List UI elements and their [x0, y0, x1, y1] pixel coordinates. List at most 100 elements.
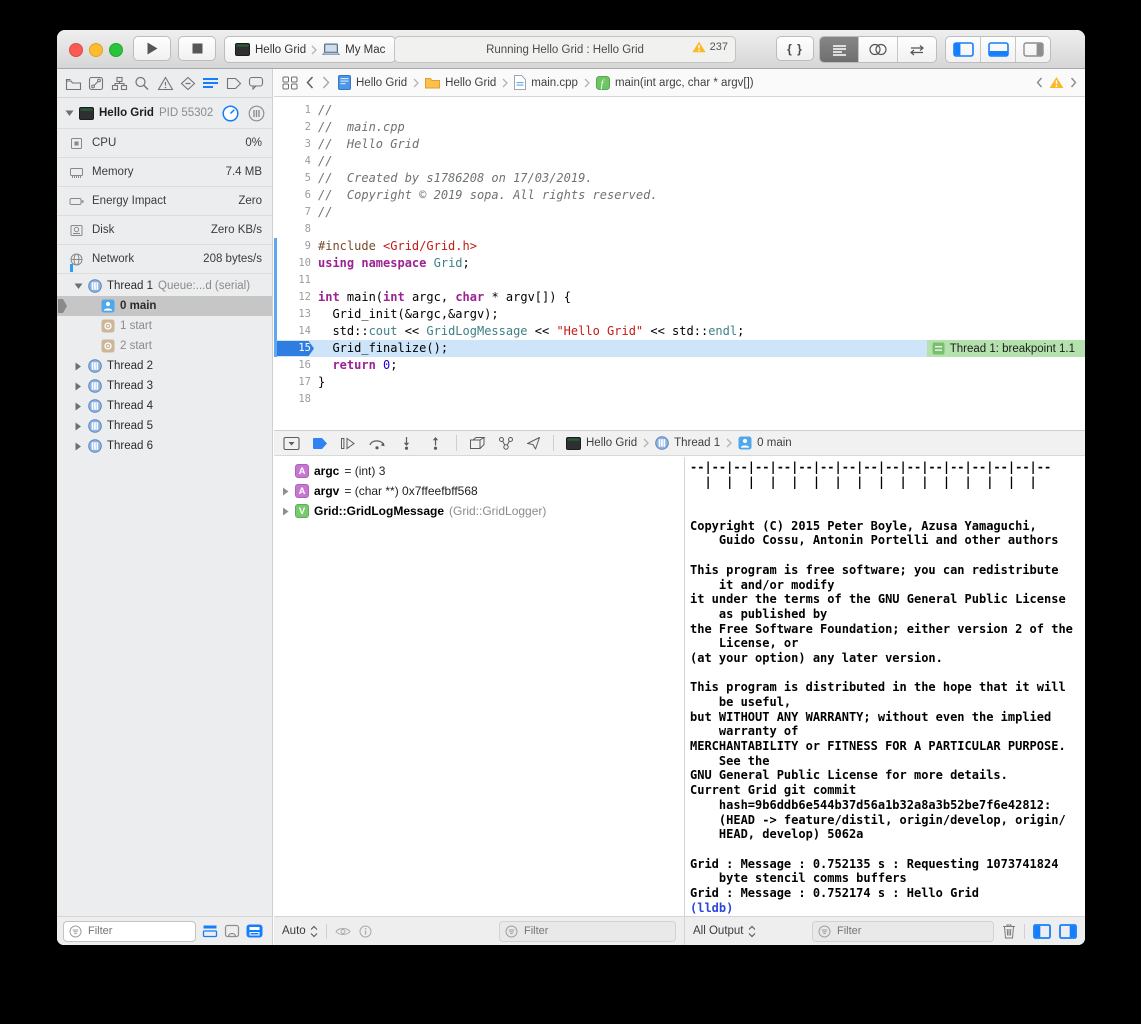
jumpbar-item[interactable]: Hello Grid — [338, 75, 407, 90]
show-crashed-threads-icon[interactable] — [224, 924, 240, 938]
step-into-button[interactable] — [398, 436, 415, 450]
gauge-row-network[interactable]: Network208 bytes/s — [57, 244, 272, 273]
disclosure-right-icon[interactable] — [280, 487, 290, 496]
close-button[interactable] — [69, 43, 83, 57]
navigator-panel-toggle[interactable] — [946, 37, 981, 62]
variables-pane-toggle[interactable] — [1033, 924, 1051, 939]
continue-button[interactable] — [340, 437, 356, 450]
find-navigator-tab[interactable] — [134, 76, 150, 91]
source-editor[interactable]: 1//2// main.cpp3// Hello Grid4//5// Crea… — [274, 97, 1085, 430]
warning-badge[interactable]: 237 — [692, 41, 728, 53]
thread-row[interactable]: Thread 6 — [57, 436, 272, 456]
zoom-window-button[interactable] — [109, 43, 123, 57]
variables-scope-select[interactable]: Auto — [282, 925, 318, 938]
simulate-location-button[interactable] — [526, 436, 541, 450]
line-number[interactable]: 12 — [274, 289, 318, 306]
line-number[interactable]: 18 — [274, 391, 318, 408]
memory-graph-button[interactable] — [498, 436, 514, 450]
line-number[interactable]: 4 — [274, 153, 318, 170]
line-number[interactable]: 11 — [274, 272, 318, 289]
variables-filter-input[interactable] — [522, 924, 646, 938]
pause-threads-button[interactable] — [248, 105, 265, 122]
breakpoints-toggle-button[interactable] — [312, 437, 328, 450]
issue-navigator-tab[interactable] — [157, 76, 174, 91]
disclosure-right-icon[interactable] — [73, 422, 83, 431]
stop-button[interactable] — [178, 36, 216, 61]
trash-icon[interactable] — [1002, 923, 1016, 939]
view-hierarchy-button[interactable] — [469, 436, 486, 450]
variable-row[interactable]: VGrid::GridLogMessage (Grid::GridLogger) — [274, 501, 684, 521]
scheme-selector[interactable]: Hello Grid My Mac — [224, 36, 396, 63]
assistant-lines-editor-button[interactable] — [820, 37, 859, 62]
line-number[interactable]: 9 — [274, 238, 318, 255]
step-out-button[interactable] — [427, 436, 444, 450]
process-row[interactable]: Hello Grid PID 55302 — [57, 101, 272, 125]
disclosure-right-icon[interactable] — [280, 507, 290, 516]
line-number[interactable]: 10 — [274, 255, 318, 272]
stack-frame-row[interactable]: 0 main — [57, 296, 272, 316]
thread-row[interactable]: Thread 3 — [57, 376, 272, 396]
disclosure-down-icon[interactable] — [73, 282, 83, 290]
show-frames-with-source-icon[interactable] — [202, 924, 218, 938]
breakpoint-navigator-tab[interactable] — [226, 77, 242, 90]
navigator-filter-input[interactable] — [86, 924, 190, 938]
disclosure-right-icon[interactable] — [73, 402, 83, 411]
run-button[interactable] — [133, 36, 171, 61]
line-number[interactable]: 13 — [274, 306, 318, 323]
symbol-navigator-tab[interactable] — [111, 76, 128, 91]
test-navigator-tab[interactable] — [180, 76, 196, 91]
disclosure-right-icon[interactable] — [73, 362, 83, 371]
thread-row[interactable]: Thread 5 — [57, 416, 272, 436]
disclosure-down-icon[interactable] — [65, 109, 74, 117]
line-number[interactable]: 6 — [274, 187, 318, 204]
gauge-row-disk[interactable]: DiskZero KB/s — [57, 215, 272, 244]
console-output[interactable]: --|--|--|--|--|--|--|--|--|--|--|--|--|-… — [685, 457, 1085, 916]
source-control-tab[interactable] — [88, 76, 104, 91]
jumpbar-item[interactable]: fmain(int argc, char * argv[]) — [596, 76, 754, 90]
hide-debug-area-button[interactable] — [283, 436, 300, 451]
console-scope-select[interactable]: All Output — [693, 925, 756, 938]
debug-breadcrumb-item[interactable]: 0 main — [738, 436, 792, 450]
line-number[interactable]: 5 — [274, 170, 318, 187]
previous-issue-button[interactable] — [1036, 77, 1043, 88]
disclosure-right-icon[interactable] — [73, 442, 83, 451]
step-over-button[interactable] — [368, 436, 386, 450]
thread-row[interactable]: Thread 1Queue:...d (serial) — [57, 276, 272, 296]
stack-frame-row[interactable]: 2 start — [57, 336, 272, 356]
inspector-panel-toggle[interactable] — [1016, 37, 1050, 62]
line-number[interactable]: 16 — [274, 357, 318, 374]
debug-panel-toggle[interactable] — [981, 37, 1016, 62]
console-filter-field[interactable] — [812, 921, 994, 942]
disclosure-right-icon[interactable] — [73, 382, 83, 391]
jumpbar-item[interactable]: Hello Grid — [425, 76, 496, 89]
variables-filter-field[interactable] — [499, 921, 676, 942]
console-filter-input[interactable] — [835, 924, 964, 938]
navigator-filter-field[interactable] — [63, 921, 196, 942]
line-number[interactable]: 17 — [274, 374, 318, 391]
forward-button[interactable] — [322, 76, 330, 89]
debug-breadcrumb-item[interactable]: Thread 1 — [655, 436, 720, 450]
thread-row[interactable]: Thread 2 — [57, 356, 272, 376]
gauge-row-cpu[interactable]: CPU0% — [57, 128, 272, 157]
gauge-row-memory[interactable]: Memory7.4 MB — [57, 157, 272, 186]
standard-editor-button[interactable]: { } — [776, 36, 814, 61]
jumpbar-item[interactable]: main.cpp — [514, 75, 578, 90]
version-editor-button[interactable] — [898, 37, 936, 62]
variables-view[interactable]: Aargc = (int) 3Aargv = (char **) 0x7ffee… — [274, 457, 684, 916]
debug-breadcrumb-item[interactable]: Hello Grid — [566, 437, 637, 450]
breakpoint-annotation[interactable]: Thread 1: breakpoint 1.1 — [927, 340, 1085, 357]
project-navigator-tab[interactable] — [65, 76, 82, 91]
assistant-editor-button[interactable] — [859, 37, 898, 62]
variable-row[interactable]: Aargv = (char **) 0x7ffeefbff568 — [274, 481, 684, 501]
view-mode-toggle-icon[interactable] — [246, 924, 263, 938]
report-navigator-tab[interactable] — [248, 76, 264, 90]
line-number[interactable]: 15 — [274, 340, 318, 357]
gauge-row-energy-impact[interactable]: Energy ImpactZero — [57, 186, 272, 215]
line-number[interactable]: 2 — [274, 119, 318, 136]
eye-icon[interactable] — [335, 926, 351, 937]
lldb-prompt[interactable]: (lldb) — [690, 901, 1085, 916]
line-number[interactable]: 7 — [274, 204, 318, 221]
related-items-icon[interactable] — [282, 76, 298, 90]
line-number[interactable]: 3 — [274, 136, 318, 153]
line-number[interactable]: 1 — [274, 102, 318, 119]
